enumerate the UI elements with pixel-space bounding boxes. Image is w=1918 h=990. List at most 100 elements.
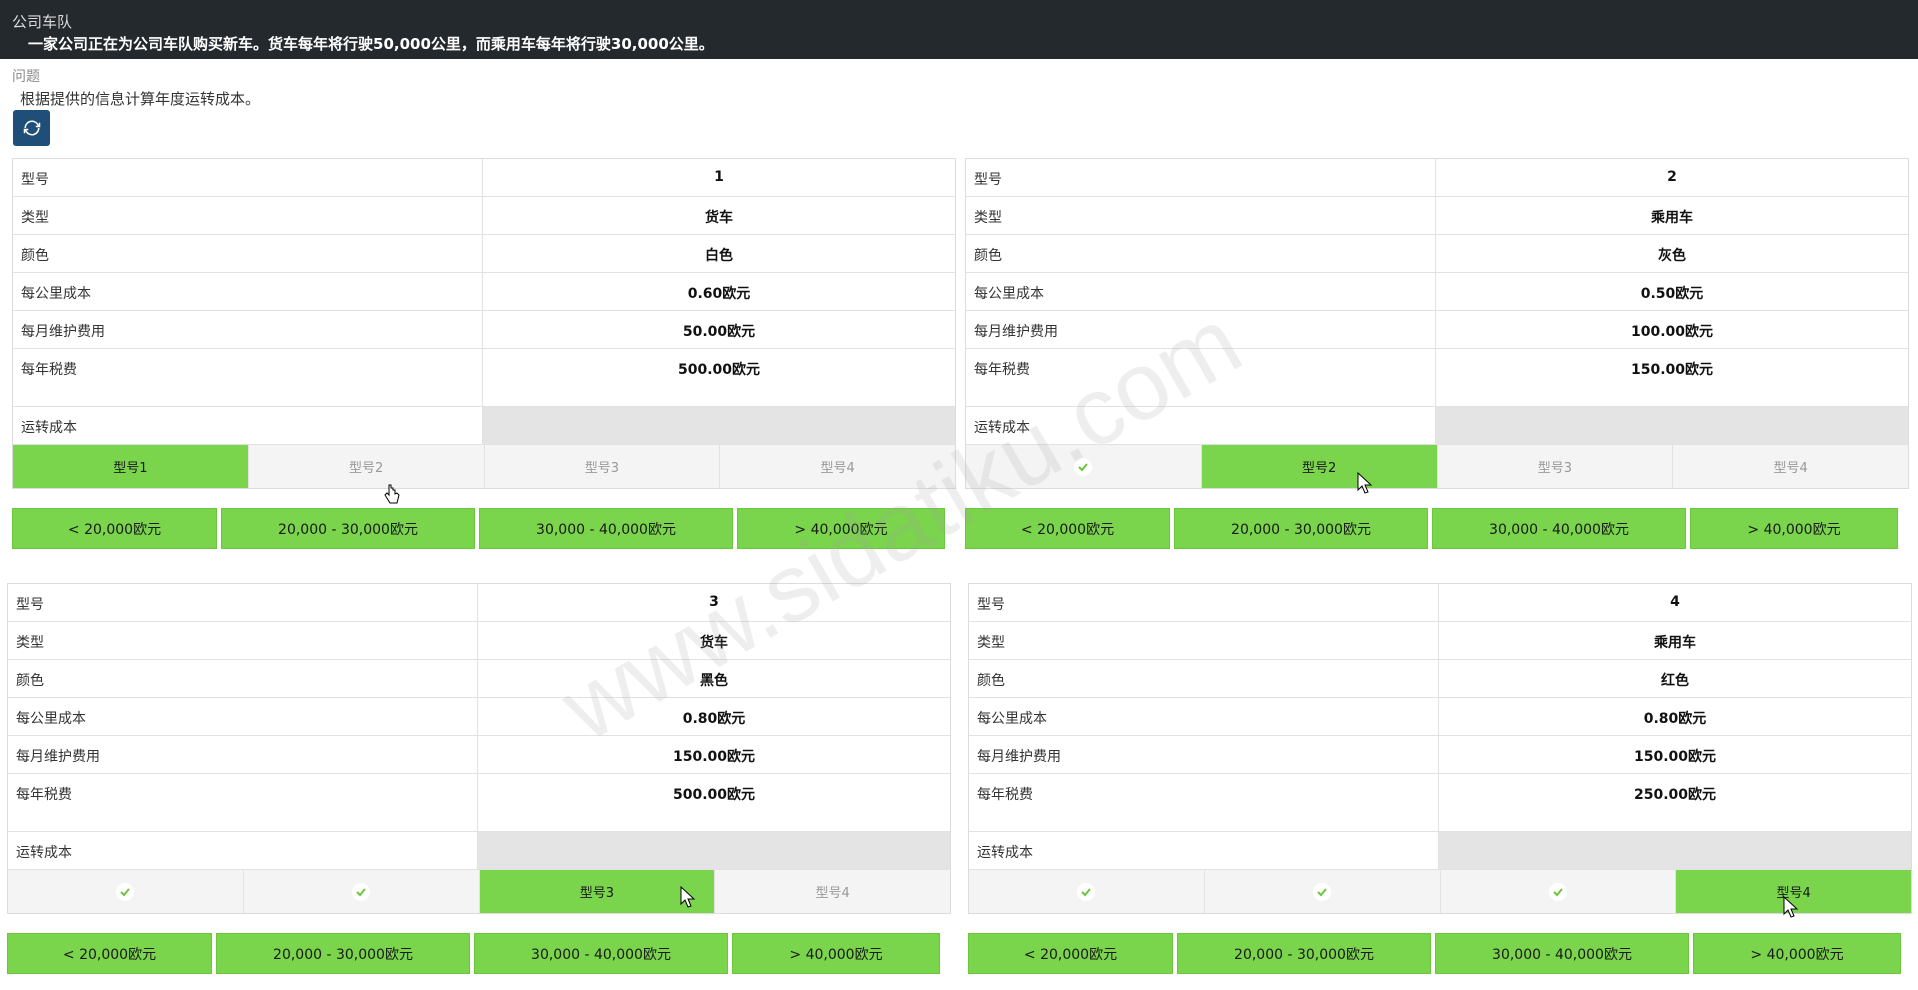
value-type: 乘用车 [1654,635,1696,651]
question-label: 问题 [12,69,40,85]
refresh-button[interactable] [13,110,50,146]
check-icon [1548,882,1567,901]
label-cost-per-km: 每公里成本 [13,273,483,310]
label-color: 颜色 [13,235,483,272]
tab-model-2-done[interactable] [243,870,480,913]
tab-model-2[interactable]: 型号2 [248,445,485,488]
row-operating-cost: 运转成本 [8,832,950,870]
label-color: 颜色 [8,660,478,697]
row-type: 类型 乘用车 [969,622,1911,660]
label-cost-per-km: 每公里成本 [969,698,1439,735]
header-bar: 公司车队 一家公司正在为公司车队购买新车。货车每年将行驶50,000公里，而乘用… [0,0,1918,59]
operating-cost-field[interactable] [1436,407,1908,444]
tab-model-1-done[interactable] [969,870,1205,913]
range-over-40000-button[interactable]: > 40,000欧元 [737,508,945,549]
row-maintenance: 每月维护费用 100.00欧元 [966,311,1908,349]
tab-model-3[interactable]: 型号3 [484,445,721,488]
range-under-20000-button[interactable]: < 20,000欧元 [12,508,217,549]
range-options: < 20,000欧元 20,000 - 30,000欧元 30,000 - 40… [7,933,951,974]
value-type: 乘用车 [1651,210,1693,226]
row-type: 类型 货车 [13,197,955,235]
tab-model-4[interactable]: 型号4 [1676,870,1911,913]
range-20000-30000-button[interactable]: 20,000 - 30,000欧元 [216,933,470,974]
range-30000-40000-button[interactable]: 30,000 - 40,000欧元 [479,508,733,549]
row-model: 型号 1 [13,159,955,197]
label-cost-per-km: 每公里成本 [8,698,478,735]
range-over-40000-button[interactable]: > 40,000欧元 [1690,508,1898,549]
label-model: 型号 [969,584,1439,621]
label-operating-cost: 运转成本 [8,832,478,869]
value-cost-per-km: 0.80欧元 [682,711,746,727]
value-cost-per-km: 0.50欧元 [1640,286,1704,302]
value-maintenance: 150.00欧元 [1633,749,1717,765]
value-model: 3 [709,594,719,610]
range-over-40000-button[interactable]: > 40,000欧元 [1693,933,1901,974]
range-under-20000-button[interactable]: < 20,000欧元 [968,933,1173,974]
range-30000-40000-button[interactable]: 30,000 - 40,000欧元 [1432,508,1686,549]
value-model: 4 [1670,594,1680,610]
label-color: 颜色 [966,235,1436,272]
row-operating-cost: 运转成本 [13,407,955,445]
tab-model-2-done[interactable] [1204,870,1441,913]
value-color: 灰色 [1658,248,1686,264]
row-cost-per-km: 每公里成本 0.80欧元 [8,698,950,736]
label-model: 型号 [13,159,483,196]
tab-model-1-done[interactable] [8,870,244,913]
spec-table-4: 型号 4 类型 乘用车 颜色 红色 每公里成本 0.80欧元 每月维护费用 150.00欧… [968,583,1912,914]
row-color: 颜色 灰色 [966,235,1908,273]
tab-model-1-done[interactable] [966,445,1202,488]
row-operating-cost: 运转成本 [966,407,1908,445]
range-under-20000-button[interactable]: < 20,000欧元 [965,508,1170,549]
row-model: 型号 3 [8,584,950,622]
row-color: 颜色 红色 [969,660,1911,698]
tab-model-3[interactable]: 型号3 [479,870,716,913]
check-icon [1074,457,1093,476]
tab-model-4[interactable]: 型号4 [720,445,955,488]
row-color: 颜色 黑色 [8,660,950,698]
tab-model-3-done[interactable] [1440,870,1677,913]
label-tax: 每年税费 [13,349,483,406]
row-type: 类型 货车 [8,622,950,660]
tab-model-4[interactable]: 型号4 [715,870,950,913]
range-over-40000-button[interactable]: > 40,000欧元 [732,933,940,974]
value-maintenance: 100.00欧元 [1630,324,1714,340]
spec-table-2: 型号 2 类型 乘用车 颜色 灰色 每公里成本 0.50欧元 每月维护费用 100.00欧… [965,158,1909,489]
range-20000-30000-button[interactable]: 20,000 - 30,000欧元 [221,508,475,549]
operating-cost-field[interactable] [1439,832,1911,869]
tab-model-4[interactable]: 型号4 [1673,445,1908,488]
value-tax: 250.00欧元 [1633,787,1717,803]
label-tax: 每年税费 [969,774,1439,831]
tab-model-2[interactable]: 型号2 [1201,445,1438,488]
range-options: < 20,000欧元 20,000 - 30,000欧元 30,000 - 40… [968,933,1912,974]
label-type: 类型 [13,197,483,234]
row-cost-per-km: 每公里成本 0.60欧元 [13,273,955,311]
model-tabs: 型号2 型号3 型号4 [966,445,1908,488]
range-30000-40000-button[interactable]: 30,000 - 40,000欧元 [474,933,728,974]
row-type: 类型 乘用车 [966,197,1908,235]
row-maintenance: 每月维护费用 150.00欧元 [8,736,950,774]
row-cost-per-km: 每公里成本 0.80欧元 [969,698,1911,736]
value-color: 红色 [1661,673,1689,689]
spec-table-3: 型号 3 类型 货车 颜色 黑色 每公里成本 0.80欧元 每月维护费用 150.00欧元… [7,583,951,914]
row-model: 型号 4 [969,584,1911,622]
operating-cost-field[interactable] [483,407,955,444]
check-icon [1313,882,1332,901]
value-type: 货车 [705,210,733,226]
range-under-20000-button[interactable]: < 20,000欧元 [7,933,212,974]
tab-model-3[interactable]: 型号3 [1437,445,1674,488]
label-operating-cost: 运转成本 [969,832,1439,869]
label-type: 类型 [969,622,1439,659]
operating-cost-field[interactable] [478,832,950,869]
range-30000-40000-button[interactable]: 30,000 - 40,000欧元 [1435,933,1689,974]
range-20000-30000-button[interactable]: 20,000 - 30,000欧元 [1177,933,1431,974]
range-20000-30000-button[interactable]: 20,000 - 30,000欧元 [1174,508,1428,549]
label-maintenance: 每月维护费用 [13,311,483,348]
value-color: 白色 [705,248,733,264]
row-model: 型号 2 [966,159,1908,197]
value-tax: 500.00欧元 [677,362,761,378]
tab-model-1[interactable]: 型号1 [13,445,249,488]
label-model: 型号 [8,584,478,621]
label-operating-cost: 运转成本 [966,407,1436,444]
value-color: 黑色 [700,673,728,689]
label-cost-per-km: 每公里成本 [966,273,1436,310]
